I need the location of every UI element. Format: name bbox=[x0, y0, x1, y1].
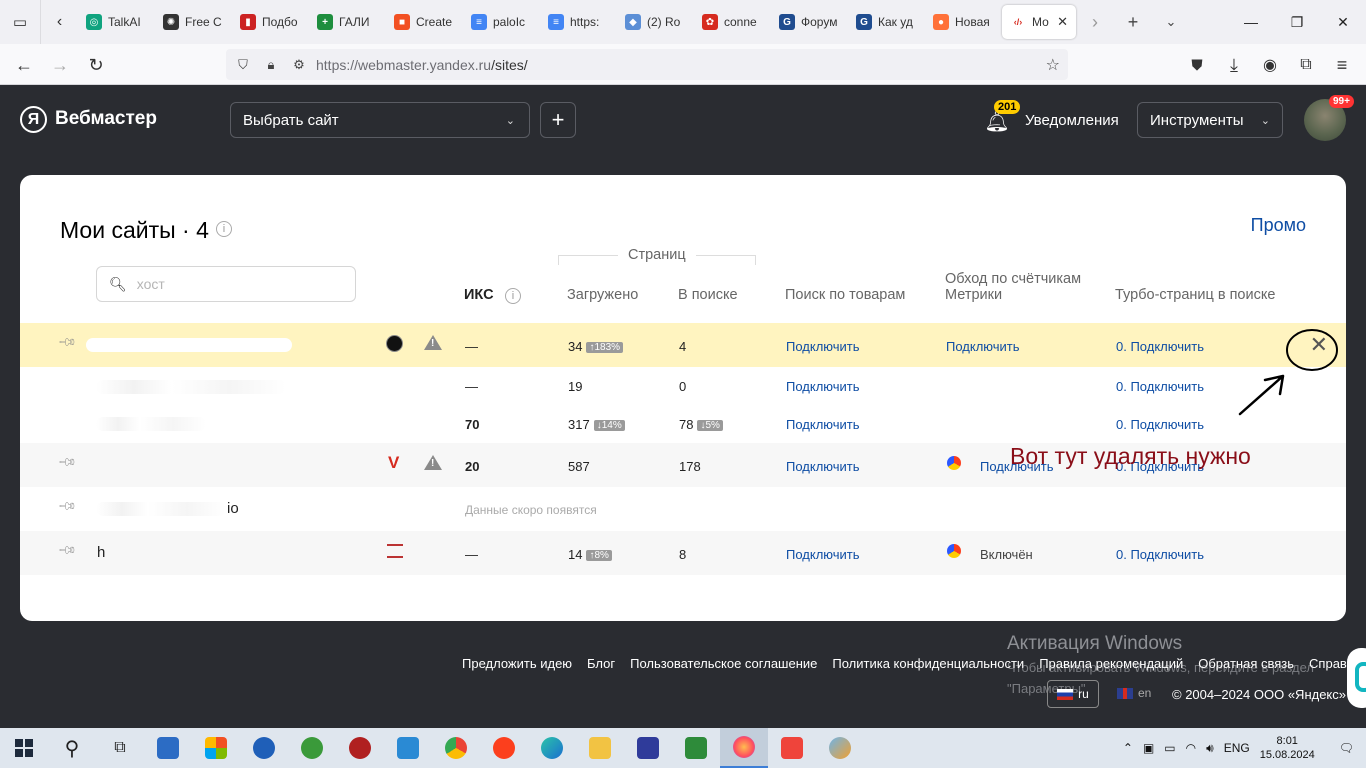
footer-link[interactable]: Правила рекомендаций bbox=[1039, 656, 1183, 671]
language-ru-button[interactable]: ru bbox=[1047, 680, 1099, 708]
windows-taskbar: ⚲ ⧉ ⌃ ▣ ▭ ◠ 🔊︎ ENG 8:01 15.08.2024 🗨︎ bbox=[0, 728, 1366, 768]
save-app-icon[interactable] bbox=[624, 728, 672, 768]
firefox-app-icon[interactable] bbox=[720, 728, 768, 768]
footer-link[interactable]: Предложить идею bbox=[462, 656, 572, 671]
game-app-icon[interactable] bbox=[336, 728, 384, 768]
chrome-app-icon[interactable] bbox=[432, 728, 480, 768]
annotation-circle bbox=[1286, 329, 1338, 371]
start-button[interactable] bbox=[0, 728, 48, 768]
battery-icon[interactable]: ▭ bbox=[1164, 741, 1175, 755]
file-explorer-icon[interactable] bbox=[576, 728, 624, 768]
volume-icon[interactable]: 🔊︎ bbox=[1206, 741, 1214, 756]
utorrent-app-icon[interactable] bbox=[288, 728, 336, 768]
language-ru-label: ru bbox=[1078, 687, 1089, 701]
wifi-icon[interactable]: ◠ bbox=[1186, 741, 1196, 755]
system-tray: ⌃ ▣ ▭ ◠ 🔊︎ ENG 8:01 15.08.2024 🗨︎ bbox=[1123, 728, 1366, 768]
clock[interactable]: 8:01 15.08.2024 bbox=[1260, 734, 1315, 762]
input-language[interactable]: ENG bbox=[1224, 741, 1250, 755]
ccleaner-app-icon[interactable] bbox=[240, 728, 288, 768]
spreadsheet-app-icon[interactable] bbox=[672, 728, 720, 768]
store-app-icon[interactable] bbox=[192, 728, 240, 768]
anydesk-app-icon[interactable] bbox=[768, 728, 816, 768]
footer-link[interactable]: Обратная связь bbox=[1198, 656, 1294, 671]
camera-icon[interactable]: ▣ bbox=[1143, 741, 1154, 755]
annotation-text: Вот тут удалять нужно bbox=[1010, 443, 1251, 469]
clock-time: 8:01 bbox=[1276, 735, 1298, 747]
photos-app-icon[interactable] bbox=[384, 728, 432, 768]
russia-flag-icon bbox=[1057, 688, 1074, 700]
task-view-icon[interactable]: ⧉ bbox=[96, 728, 144, 768]
copyright: © 2004–2024 ООО «Яндекс» bbox=[1172, 687, 1346, 702]
language-en-label: en bbox=[1138, 686, 1152, 700]
footer-links: Предложить идею Блог Пользовательское согл… bbox=[462, 656, 1360, 671]
notifications-center-icon[interactable]: 🗨︎ bbox=[1339, 741, 1354, 755]
clock-date: 15.08.2024 bbox=[1259, 749, 1315, 761]
footer-link[interactable]: Политика конфиденциальности bbox=[832, 656, 1024, 671]
language-en-button[interactable]: en bbox=[1117, 686, 1151, 700]
tray-chevron-up-icon[interactable]: ⌃ bbox=[1123, 741, 1133, 755]
windows-activation-title: Активация Windows bbox=[1007, 633, 1183, 654]
footer-link[interactable]: Блог bbox=[587, 656, 615, 671]
edge-app-icon[interactable] bbox=[528, 728, 576, 768]
mail-app-icon[interactable] bbox=[144, 728, 192, 768]
side-widget-icon[interactable] bbox=[1347, 648, 1366, 708]
paint-app-icon[interactable] bbox=[816, 728, 864, 768]
annotation-arrow bbox=[1238, 374, 1285, 416]
yandex-browser-icon[interactable] bbox=[480, 728, 528, 768]
footer-link[interactable]: Пользовательское соглашение bbox=[630, 656, 817, 671]
search-icon[interactable]: ⚲ bbox=[48, 728, 96, 768]
uk-flag-icon bbox=[1117, 687, 1133, 699]
